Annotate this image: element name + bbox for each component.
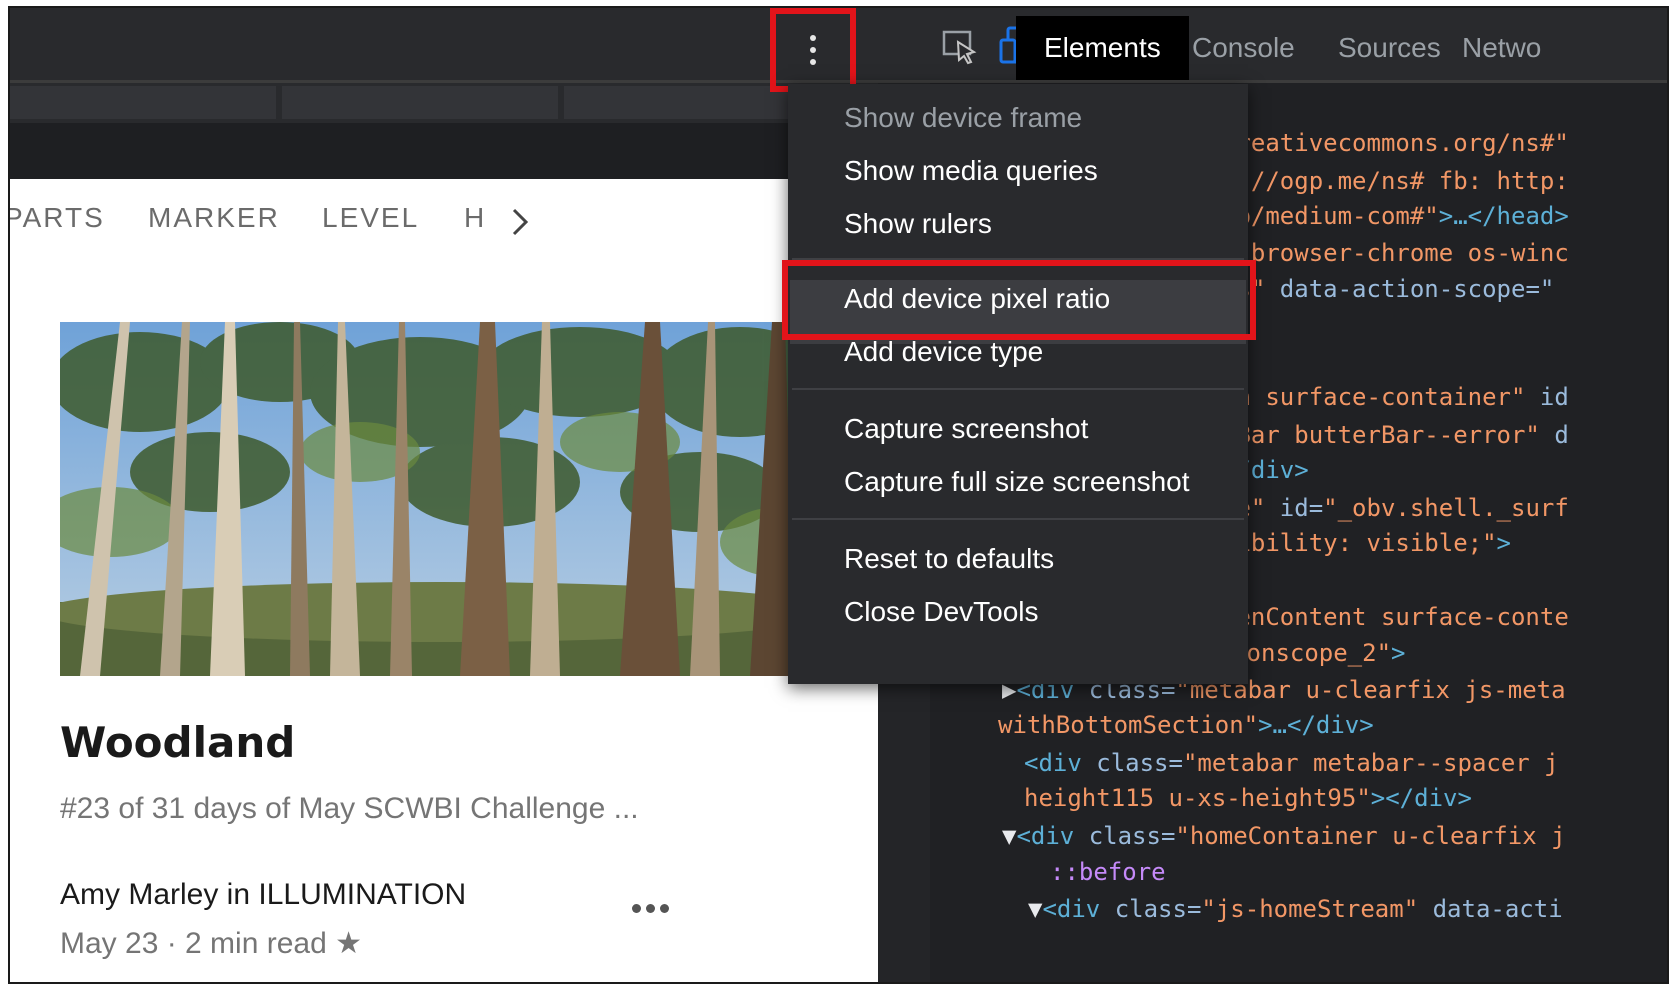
card-subtitle[interactable]: #23 of 31 days of May SCWBI Challenge ..… xyxy=(60,792,639,826)
category-item[interactable]: H xyxy=(464,202,486,234)
tab-network[interactable]: Netwo xyxy=(1434,16,1541,80)
menu-item-close-devtools[interactable]: Close DevTools xyxy=(844,596,1039,628)
device-more-options-button[interactable] xyxy=(770,8,856,92)
menu-item-show-media-queries[interactable]: Show media queries xyxy=(844,155,1098,187)
dom-tree-line[interactable]: fb/medium-com#">…</head> xyxy=(1222,202,1569,230)
media-query-segment[interactable] xyxy=(282,86,558,119)
category-nav: PARTS MARKER LEVEL H xyxy=(10,202,878,246)
dom-tree-line[interactable]: ="browser-chrome os-winc xyxy=(1222,239,1569,267)
menu-item-capture-screenshot[interactable]: Capture screenshot xyxy=(844,413,1088,445)
card-meta: May 23 · 2 min read ★ xyxy=(60,927,363,960)
screenshot-frame: PARTS MARKER LEVEL H Woodland #23 of 31 … xyxy=(8,6,1669,984)
menu-item-show-device-frame[interactable]: Show device frame xyxy=(844,102,1082,134)
dom-tree-line[interactable]: p://ogp.me/ns# fb: http: xyxy=(1222,167,1569,195)
menu-separator xyxy=(792,518,1244,520)
dom-tree-line[interactable]: rBar butterBar--error" d xyxy=(1222,421,1569,449)
category-item[interactable]: MARKER xyxy=(148,202,280,234)
dom-tree-line[interactable]: eenContent surface-conte xyxy=(1222,603,1569,631)
dom-tree-line[interactable]: in surface-container" id xyxy=(1222,383,1569,411)
menu-item-reset-to-defaults[interactable]: Reset to defaults xyxy=(844,543,1054,575)
tab-console[interactable]: Console xyxy=(1164,16,1323,80)
menu-separator xyxy=(792,388,1244,390)
menu-item-add-device-type[interactable]: Add device type xyxy=(844,336,1043,368)
more-vert-icon xyxy=(810,35,816,65)
card-title[interactable]: Woodland xyxy=(60,718,295,767)
dom-tree-line[interactable]: height115 u-xs-height95"></div> xyxy=(1024,784,1472,812)
inspect-element-icon[interactable] xyxy=(940,26,980,66)
dom-tree-line[interactable]: ::before xyxy=(1050,858,1166,886)
dom-tree-line[interactable]: js" data-action-scope=" xyxy=(1222,275,1554,303)
dom-tree-line[interactable]: ce" id="_obv.shell._surf xyxy=(1222,494,1569,522)
dom-tree-line[interactable]: ▼<div class="js-homeStream" data-acti xyxy=(1028,895,1563,923)
tab-elements[interactable]: Elements xyxy=(1016,16,1189,80)
dom-tree-line[interactable]: ▼<div class="homeContainer u-clearfix j xyxy=(1002,822,1566,850)
media-query-bar xyxy=(10,83,878,123)
category-item[interactable]: LEVEL xyxy=(322,202,419,234)
dom-tree-line[interactable]: withBottomSection">…</div> xyxy=(998,711,1374,739)
device-options-menu: Show device frame Show media queries Sho… xyxy=(788,84,1248,684)
ruler-bar xyxy=(10,123,878,179)
more-options-icon[interactable] xyxy=(632,898,682,918)
dom-tree-line[interactable]: <div class="metabar metabar--spacer j xyxy=(1024,749,1559,777)
card-author[interactable]: Amy Marley in ILLUMINATION xyxy=(60,878,466,912)
chevron-right-icon[interactable] xyxy=(508,202,538,242)
category-item[interactable]: PARTS xyxy=(10,202,105,234)
dom-tree-line[interactable]: creativecommons.org/ns#" xyxy=(1222,129,1569,157)
devtools-toolbar-spacer xyxy=(878,8,920,80)
forest-photo[interactable] xyxy=(60,322,820,676)
dom-tree-line[interactable]: sibility: visible;"> xyxy=(1222,529,1511,557)
media-query-segment[interactable] xyxy=(10,86,276,119)
highlight-box xyxy=(782,260,1256,340)
device-toolbar xyxy=(10,8,878,80)
menu-item-capture-full-size-screenshot[interactable]: Capture full size screenshot xyxy=(844,466,1190,498)
devtools-toolbar-divider xyxy=(878,80,1667,83)
menu-item-show-rulers[interactable]: Show rulers xyxy=(844,208,992,240)
